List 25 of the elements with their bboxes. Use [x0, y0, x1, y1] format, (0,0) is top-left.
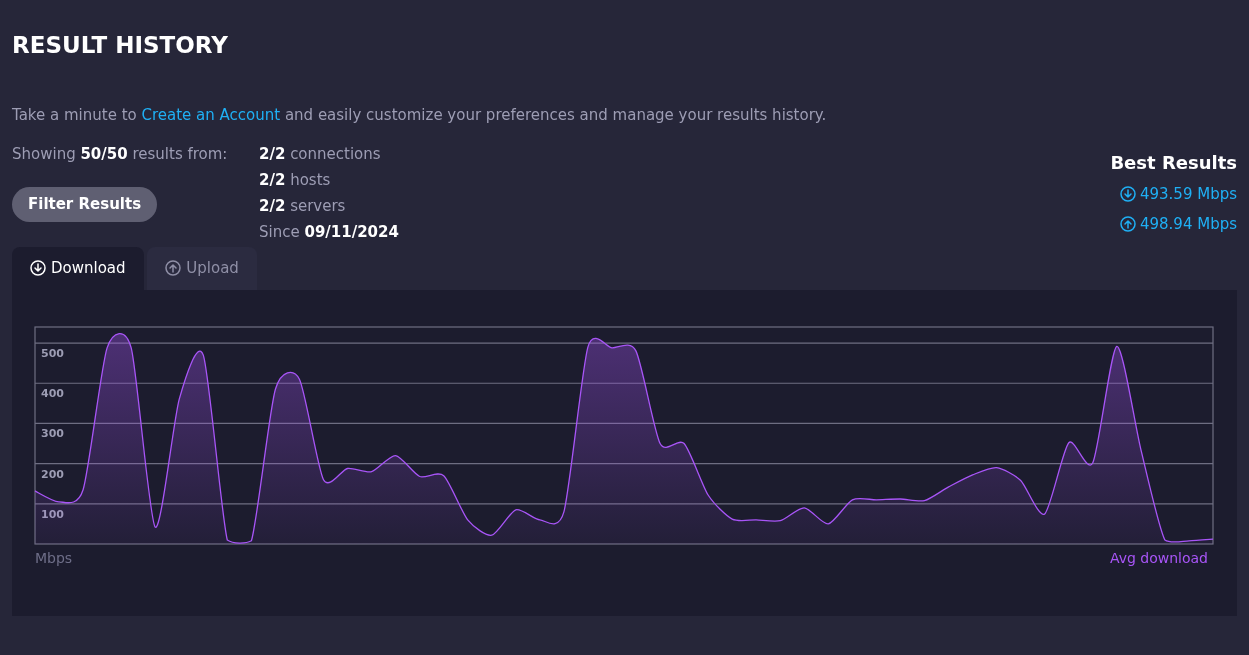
best-result-value: 498.94 Mbps	[1139, 214, 1237, 236]
stat-text: 2/2 hosts	[259, 170, 332, 192]
best-results-title: Best Results	[1110, 150, 1237, 175]
page-title: RESULT HISTORY	[12, 32, 229, 60]
chart-tab[interactable]: Upload	[147, 247, 257, 290]
create-account-link[interactable]: Create an Account	[141, 105, 281, 124]
arrow-up-circle-icon	[1119, 216, 1136, 233]
arrow-up-circle-icon	[165, 260, 182, 277]
best-result-value: 493.59 Mbps	[1139, 184, 1237, 206]
y-axis-label: 500	[41, 346, 64, 360]
intro-text: Take a minute to Create an Account and easily customize your preferences and manage your results history.	[12, 104, 828, 126]
stat-text: 2/2 connections	[259, 144, 382, 166]
chart-tab[interactable]: Download	[12, 247, 144, 290]
y-axis-label: 100	[41, 507, 64, 521]
filter-results-button[interactable]: Filter Results	[12, 187, 158, 222]
results-count-text: Showing 50/50 results from:	[12, 144, 228, 166]
arrow-down-circle-icon	[1119, 186, 1136, 203]
unit-label: Mbps	[35, 549, 73, 566]
stat-text: 2/2 servers	[259, 196, 347, 218]
y-axis-label: 400	[41, 386, 64, 400]
stat-text: Since 09/11/2024	[259, 222, 399, 244]
y-axis-label: 200	[41, 467, 64, 481]
y-axis-label: 300	[41, 427, 64, 441]
arrow-down-circle-icon	[30, 260, 46, 277]
legend-label: Avg download	[1109, 549, 1208, 566]
